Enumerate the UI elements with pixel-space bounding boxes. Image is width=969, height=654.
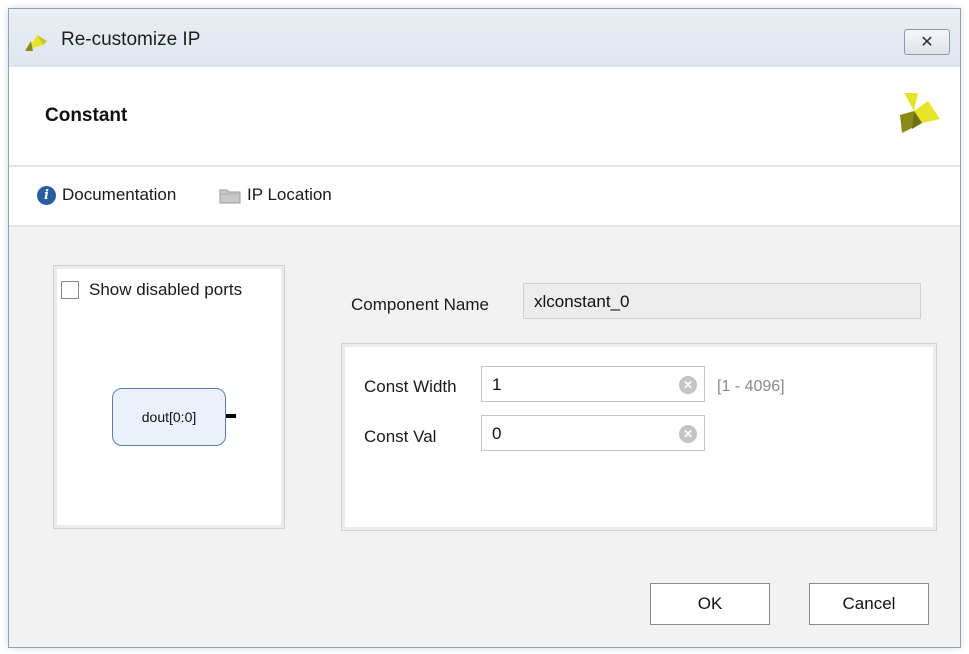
content-area: Show disabled ports dout[0:0] Component … xyxy=(9,227,960,647)
show-disabled-ports-checkbox[interactable] xyxy=(61,281,79,299)
close-button[interactable]: ✕ xyxy=(904,29,950,55)
close-icon: ✕ xyxy=(920,34,934,51)
ip-name-title: Constant xyxy=(45,105,128,126)
const-val-value: 0 xyxy=(492,424,502,443)
cancel-button[interactable]: Cancel xyxy=(809,583,929,625)
ip-location-button[interactable]: IP Location xyxy=(219,185,332,205)
documentation-menu[interactable]: i Documentation xyxy=(37,185,176,205)
clear-icon[interactable]: ✕ xyxy=(679,376,697,394)
const-width-label: Const Width xyxy=(364,377,457,396)
window-title: Re-customize IP xyxy=(61,29,201,50)
folder-icon xyxy=(219,189,241,203)
show-disabled-ports-option[interactable]: Show disabled ports xyxy=(61,280,242,300)
const-val-input[interactable]: 0 ✕ xyxy=(481,415,705,451)
component-name-field: xlconstant_0 xyxy=(523,283,921,319)
xilinx-logo-icon xyxy=(900,93,940,133)
ip-location-label: IP Location xyxy=(247,185,332,204)
output-port-pin xyxy=(226,414,236,418)
xilinx-logo-icon xyxy=(25,35,47,51)
port-label: dout[0:0] xyxy=(141,409,197,425)
ip-header: Constant xyxy=(9,67,960,167)
documentation-label: Documentation xyxy=(62,185,177,204)
recustomize-ip-dialog: Re-customize IP ✕ Constant i Documentati… xyxy=(8,8,961,648)
toolbar: i Documentation IP Location xyxy=(9,167,960,227)
parameters-panel: Const Width 1 ✕ [1 - 4096] Const Val 0 ✕ xyxy=(341,343,937,531)
const-width-input[interactable]: 1 ✕ xyxy=(481,366,705,402)
const-width-value: 1 xyxy=(492,375,502,394)
symbol-panel: Show disabled ports dout[0:0] xyxy=(53,265,285,529)
ok-button[interactable]: OK xyxy=(650,583,770,625)
show-disabled-ports-label: Show disabled ports xyxy=(89,280,243,299)
const-val-label: Const Val xyxy=(364,427,437,446)
clear-icon[interactable]: ✕ xyxy=(679,425,697,443)
component-name-label: Component Name xyxy=(351,295,489,314)
const-width-range: [1 - 4096] xyxy=(717,378,785,395)
title-bar: Re-customize IP ✕ xyxy=(9,9,960,68)
info-icon: i xyxy=(37,185,56,205)
ip-symbol-block: dout[0:0] xyxy=(112,388,226,446)
